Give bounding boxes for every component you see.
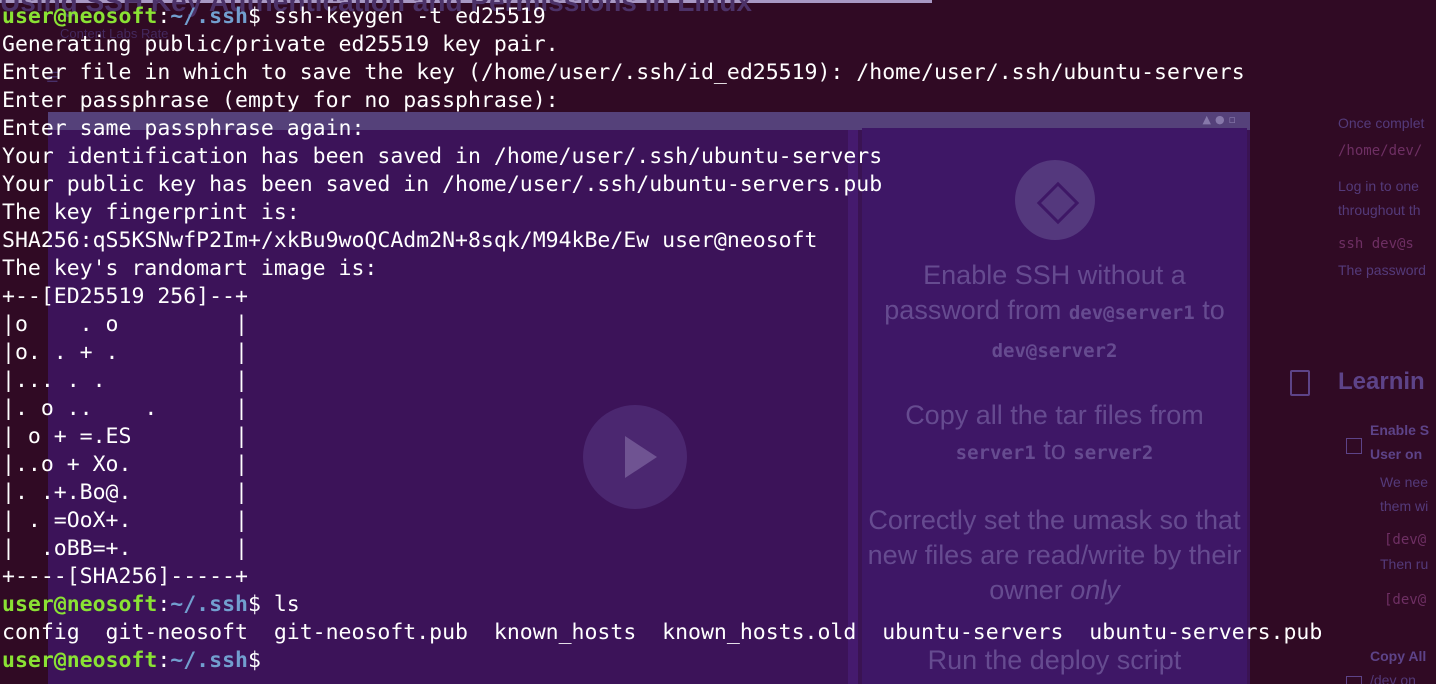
prompt-path: ~/.ssh xyxy=(170,592,248,617)
output-line: | o + =.ES | xyxy=(2,424,248,449)
prompt-path: ~/.ssh xyxy=(170,648,248,673)
command-text: ls xyxy=(260,592,300,617)
prompt-separator: : xyxy=(157,4,171,29)
output-line: |. .+.Bo@. | xyxy=(2,480,248,505)
prompt-symbol: $ xyxy=(247,592,261,617)
output-line: Your public key has been saved in /home/… xyxy=(2,172,883,197)
prompt-line: user@neosoft:~/.ssh$ ls xyxy=(2,591,1436,619)
prompt-user-host: user@neosoft xyxy=(2,4,158,29)
prompt-user-host: user@neosoft xyxy=(2,648,158,673)
output-line: | . =OoX+. | xyxy=(2,508,248,533)
prompt-symbol: $ xyxy=(247,648,261,673)
output-line: |... . . | xyxy=(2,368,248,393)
terminal-output[interactable]: user@neosoft:~/.ssh$ ssh-keygen -t ed255… xyxy=(2,3,1436,684)
output-line: | .oBB=+. | xyxy=(2,536,248,561)
output-line: Your identification has been saved in /h… xyxy=(2,144,883,169)
output-line: |o . o | xyxy=(2,312,248,337)
prompt-separator: : xyxy=(157,592,171,617)
prompt-symbol: $ xyxy=(247,4,261,29)
prompt-separator: : xyxy=(157,648,171,673)
output-line: The key's randomart image is: xyxy=(2,256,378,281)
prompt-line: user@neosoft:~/.ssh$ ssh-keygen -t ed255… xyxy=(2,3,1436,31)
prompt-user-host: user@neosoft xyxy=(2,592,158,617)
prompt-path: ~/.ssh xyxy=(170,4,248,29)
output-line: Enter same passphrase again: xyxy=(2,116,365,141)
output-line: SHA256:qS5KSNwfP2Im+/xkBu9woQCAdm2N+8sqk… xyxy=(2,228,818,253)
output-line: +----[SHA256]-----+ xyxy=(2,564,248,589)
output-line: |. o .. . | xyxy=(2,396,248,421)
output-line: Generating public/private ed25519 key pa… xyxy=(2,32,559,57)
output-line: config git-neosoft git-neosoft.pub known… xyxy=(2,620,1323,645)
prompt-line: user@neosoft:~/.ssh$ xyxy=(2,647,1436,675)
output-line: Enter file in which to save the key (/ho… xyxy=(2,60,1245,85)
output-line: |..o + Xo. | xyxy=(2,452,248,477)
output-line: Enter passphrase (empty for no passphras… xyxy=(2,88,559,113)
command-text: ssh-keygen -t ed25519 xyxy=(260,4,546,29)
output-line: |o. . + . | xyxy=(2,340,248,365)
output-line: +--[ED25519 256]--+ xyxy=(2,284,248,309)
output-line: The key fingerprint is: xyxy=(2,200,300,225)
